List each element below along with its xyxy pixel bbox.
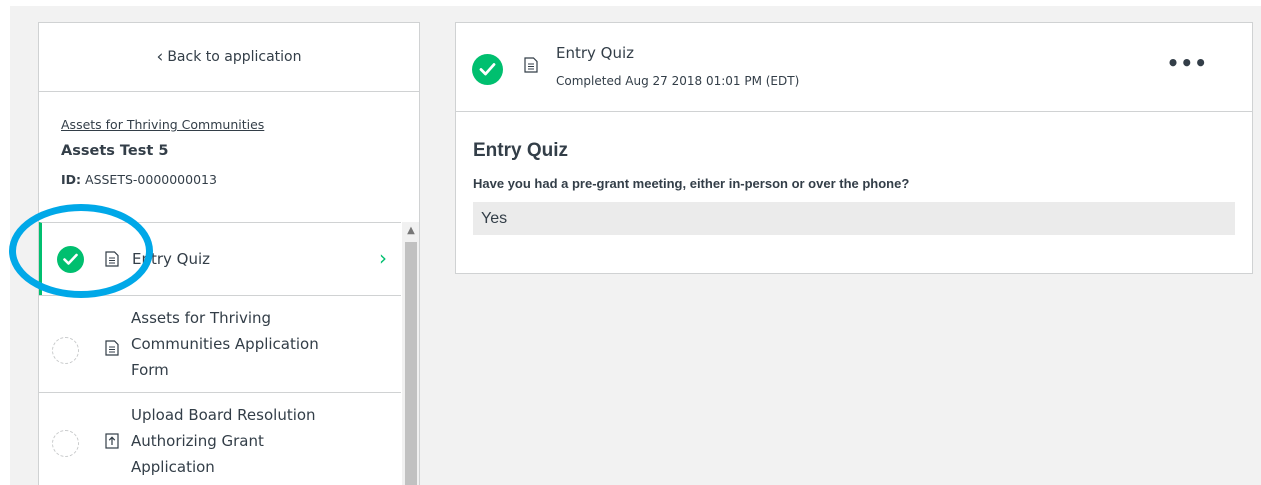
- sidebar: ‹ Back to application Assets for Thrivin…: [38, 22, 420, 485]
- task-item-entry-quiz[interactable]: Entry Quiz ›: [39, 222, 401, 295]
- scroll-up-icon[interactable]: ▲: [402, 222, 419, 240]
- task-label-line: Assets for Thriving: [131, 309, 272, 327]
- completed-check-icon: [472, 54, 503, 85]
- back-to-application-link[interactable]: ‹ Back to application: [39, 23, 419, 92]
- task-item-upload-board-resolution[interactable]: Upload Board Resolution Authorizing Gran…: [39, 392, 401, 485]
- task-label: Upload Board Resolution Authorizing Gran…: [131, 402, 316, 480]
- chevron-left-icon: ‹: [156, 46, 164, 67]
- task-label: Assets for Thriving Communities Applicat…: [131, 305, 319, 383]
- task-header: Entry Quiz Completed Aug 27 2018 01:01 P…: [455, 22, 1253, 112]
- quiz-answer: Yes: [473, 202, 1235, 235]
- back-label: Back to application: [167, 49, 302, 65]
- document-icon: [105, 251, 119, 267]
- id-label: ID:: [61, 172, 82, 187]
- chevron-right-icon: ›: [379, 246, 387, 270]
- program-name-link[interactable]: Assets for Thriving Communities: [61, 117, 397, 132]
- upload-icon: [105, 433, 119, 449]
- pending-status-icon: [52, 430, 79, 457]
- task-label-line: Form: [131, 361, 169, 379]
- document-icon: [524, 57, 538, 73]
- task-label-line: Communities Application: [131, 335, 319, 353]
- application-name: Assets Test 5: [61, 143, 169, 159]
- scrollbar-thumb[interactable]: [405, 242, 417, 485]
- task-label: Entry Quiz: [132, 250, 211, 268]
- document-icon: [105, 340, 119, 356]
- id-value: ASSETS-0000000013: [85, 172, 217, 187]
- quiz-response-card: Entry Quiz Have you had a pre-grant meet…: [455, 111, 1253, 274]
- more-options-icon[interactable]: •••: [1167, 51, 1208, 75]
- pending-status-icon: [52, 337, 79, 364]
- task-title: Entry Quiz: [556, 44, 635, 62]
- task-label-line: Application: [131, 458, 215, 476]
- task-list: Entry Quiz › Assets for Thriving Communi…: [39, 222, 401, 485]
- task-list-scrollbar[interactable]: ▲: [402, 222, 419, 485]
- application-id: ID: ASSETS-0000000013: [61, 172, 397, 187]
- completed-timestamp: Completed Aug 27 2018 01:01 PM (EDT): [556, 74, 800, 88]
- completed-check-icon: [57, 246, 84, 273]
- application-info: Assets for Thriving Communities Assets T…: [39, 92, 419, 224]
- quiz-question: Have you had a pre-grant meeting, either…: [473, 176, 910, 191]
- quiz-title: Entry Quiz: [473, 140, 569, 161]
- task-label-line: Upload Board Resolution: [131, 406, 316, 424]
- task-label-line: Authorizing Grant: [131, 432, 264, 450]
- task-item-application-form[interactable]: Assets for Thriving Communities Applicat…: [39, 295, 401, 392]
